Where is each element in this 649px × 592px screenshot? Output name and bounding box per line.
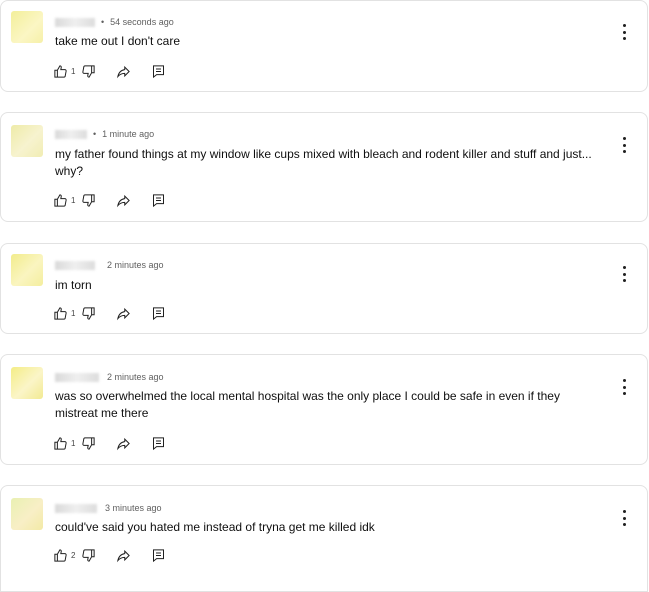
more-vert-icon[interactable] bbox=[621, 510, 627, 526]
share-button[interactable] bbox=[116, 306, 131, 321]
report-icon bbox=[153, 436, 165, 450]
share-icon bbox=[117, 65, 131, 78]
report-button[interactable] bbox=[151, 193, 166, 208]
avatar[interactable] bbox=[11, 254, 43, 286]
share-button[interactable] bbox=[116, 436, 131, 451]
timestamp[interactable]: 2 minutes ago bbox=[107, 260, 164, 270]
report-button[interactable] bbox=[151, 64, 166, 79]
comment-card: 2 minutes ago im torn 1 bbox=[0, 243, 648, 334]
author-name-redacted[interactable] bbox=[55, 260, 95, 270]
thumbs-up-icon bbox=[54, 548, 67, 562]
avatar[interactable] bbox=[11, 125, 43, 157]
more-vert-icon[interactable] bbox=[621, 24, 627, 40]
report-icon bbox=[153, 306, 165, 320]
thumbs-up-icon bbox=[54, 64, 67, 78]
comment-text: my father found things at my window like… bbox=[55, 147, 592, 178]
comment-card: • 1 minute ago my father found things at… bbox=[0, 112, 648, 222]
like-button[interactable]: 2 bbox=[53, 548, 81, 563]
report-icon bbox=[153, 64, 165, 78]
share-icon bbox=[117, 549, 131, 562]
author-name-redacted[interactable] bbox=[55, 17, 95, 27]
thumbs-down-icon bbox=[82, 306, 96, 320]
more-vert-icon[interactable] bbox=[621, 137, 627, 153]
thumbs-up-icon bbox=[54, 436, 67, 450]
report-icon bbox=[153, 193, 165, 207]
more-vert-icon[interactable] bbox=[621, 266, 627, 282]
comment-text: im torn bbox=[55, 278, 92, 292]
timestamp[interactable]: 54 seconds ago bbox=[110, 17, 174, 27]
timestamp[interactable]: 2 minutes ago bbox=[107, 372, 164, 382]
like-count: 1 bbox=[71, 195, 76, 205]
thumbs-up-icon bbox=[54, 193, 67, 207]
comment-card: • 54 seconds ago take me out I don't car… bbox=[0, 0, 648, 92]
share-button[interactable] bbox=[116, 64, 131, 79]
report-button[interactable] bbox=[151, 548, 166, 563]
share-button[interactable] bbox=[116, 193, 131, 208]
share-button[interactable] bbox=[116, 548, 131, 563]
author-name-redacted[interactable] bbox=[55, 129, 87, 139]
report-icon bbox=[153, 548, 165, 562]
thumbs-down-icon bbox=[82, 548, 96, 562]
like-button[interactable]: 1 bbox=[53, 436, 81, 451]
report-button[interactable] bbox=[151, 306, 166, 321]
author-name-redacted[interactable] bbox=[55, 372, 99, 382]
timestamp[interactable]: 3 minutes ago bbox=[105, 503, 162, 513]
thumbs-up-icon bbox=[54, 306, 67, 320]
avatar[interactable] bbox=[11, 498, 43, 530]
timestamp[interactable]: 1 minute ago bbox=[102, 129, 154, 139]
like-button[interactable]: 1 bbox=[53, 193, 81, 208]
like-count: 2 bbox=[71, 550, 76, 560]
avatar[interactable] bbox=[11, 11, 43, 43]
dislike-button[interactable] bbox=[81, 436, 96, 451]
share-icon bbox=[117, 307, 131, 320]
comment-text: could've said you hated me instead of tr… bbox=[55, 520, 375, 534]
thumbs-down-icon bbox=[82, 64, 96, 78]
separator: • bbox=[93, 129, 97, 139]
share-icon bbox=[117, 437, 131, 450]
thumbs-down-icon bbox=[82, 436, 96, 450]
comment-card: 3 minutes ago could've said you hated me… bbox=[0, 485, 648, 592]
share-icon bbox=[117, 194, 131, 207]
author-name-redacted[interactable] bbox=[55, 503, 97, 513]
like-button[interactable]: 1 bbox=[53, 64, 81, 79]
dislike-button[interactable] bbox=[81, 193, 96, 208]
thumbs-down-icon bbox=[82, 193, 96, 207]
dislike-button[interactable] bbox=[81, 64, 96, 79]
separator: • bbox=[101, 17, 105, 27]
comment-text: take me out I don't care bbox=[55, 34, 181, 48]
like-count: 1 bbox=[71, 66, 76, 76]
more-vert-icon[interactable] bbox=[621, 379, 627, 395]
comment-text: was so overwhelmed the local mental hosp… bbox=[55, 389, 560, 420]
dislike-button[interactable] bbox=[81, 306, 96, 321]
dislike-button[interactable] bbox=[81, 548, 96, 563]
like-count: 1 bbox=[71, 308, 76, 318]
like-count: 1 bbox=[71, 438, 76, 448]
like-button[interactable]: 1 bbox=[53, 306, 81, 321]
comment-card: 2 minutes ago was so overwhelmed the loc… bbox=[0, 354, 648, 465]
report-button[interactable] bbox=[151, 436, 166, 451]
avatar[interactable] bbox=[11, 367, 43, 399]
